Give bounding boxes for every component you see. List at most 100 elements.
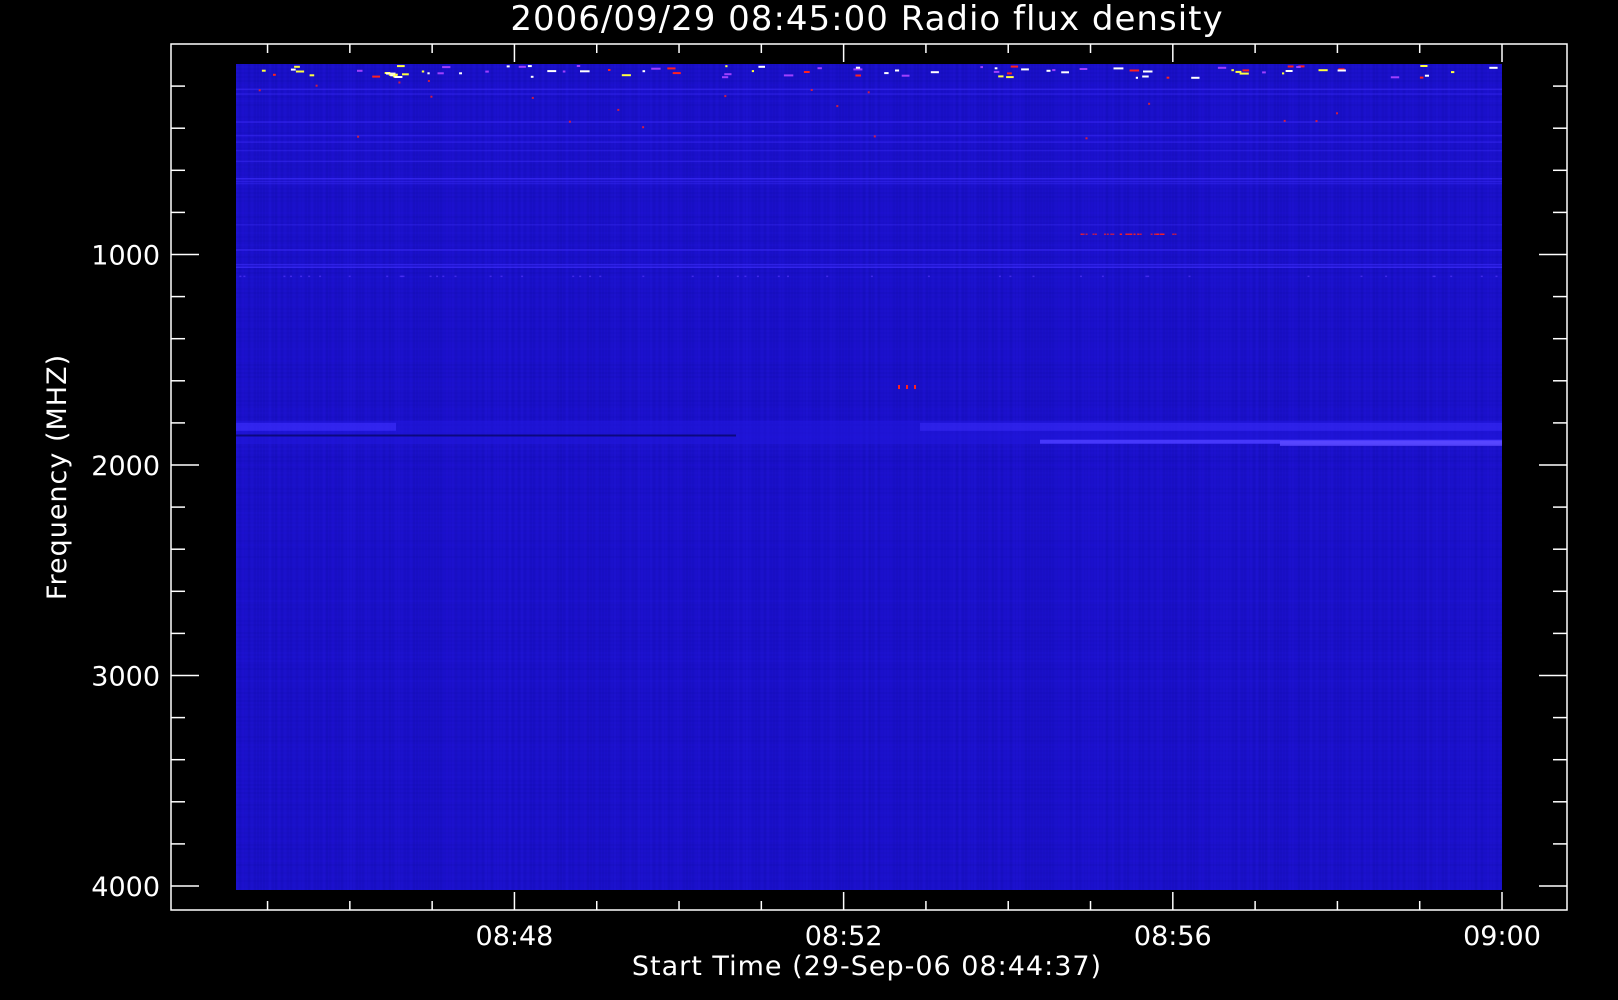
channel-dot xyxy=(1009,275,1012,278)
channel-dot xyxy=(402,275,405,278)
burst-speck xyxy=(1046,69,1051,72)
heatmap-row xyxy=(236,280,1502,282)
burst-speck xyxy=(580,70,590,73)
heatmap-row xyxy=(236,708,1502,710)
heatmap-row xyxy=(236,340,1502,342)
burst-speck xyxy=(1080,233,1083,235)
burst-speck xyxy=(1337,69,1346,72)
channel-dot xyxy=(599,275,602,278)
channel-dot xyxy=(1495,275,1498,278)
burst-speck xyxy=(1130,233,1133,235)
heatmap-row xyxy=(236,208,1502,210)
burst-speck xyxy=(1006,76,1014,79)
channel-dot xyxy=(442,275,445,278)
burst-speck xyxy=(724,73,732,76)
heatmap-row xyxy=(236,544,1502,546)
heatmap-row xyxy=(236,628,1502,630)
heatmap-row xyxy=(236,384,1502,386)
burst-speck xyxy=(290,68,296,71)
burst-speck xyxy=(914,385,916,390)
heatmap-row xyxy=(236,880,1502,882)
burst-speck xyxy=(394,76,403,78)
heatmap-row xyxy=(236,584,1502,586)
heatmap-row xyxy=(236,828,1502,830)
heatmap-row xyxy=(236,196,1502,198)
heatmap-row xyxy=(236,220,1502,222)
channel-dot xyxy=(348,275,351,278)
burst-speck xyxy=(1231,69,1234,72)
burst-speck xyxy=(576,65,581,67)
burst-speck xyxy=(273,73,276,76)
burst-speck xyxy=(547,70,557,73)
heatmap-row xyxy=(236,132,1502,134)
channel-dot xyxy=(1032,275,1035,278)
burst-speck xyxy=(1420,65,1428,67)
heatmap-row xyxy=(236,368,1502,370)
interference-line xyxy=(236,224,1502,226)
burst-speck xyxy=(836,105,839,108)
burst-speck xyxy=(1119,233,1122,235)
heatmap-row xyxy=(236,124,1502,126)
burst-speck xyxy=(993,70,1000,73)
heatmap-row xyxy=(236,316,1502,318)
interference-line xyxy=(236,266,1502,268)
burst-speck xyxy=(1155,233,1158,235)
channel-dot xyxy=(521,275,524,278)
heatmap-row xyxy=(236,556,1502,558)
heatmap-row xyxy=(236,464,1502,466)
heatmap-row xyxy=(236,288,1502,290)
heatmap-row xyxy=(236,468,1502,470)
y-tick-label: 3000 xyxy=(91,662,160,693)
heatmap-row xyxy=(236,656,1502,658)
burst-speck xyxy=(930,71,939,74)
burst-speck xyxy=(817,67,822,70)
heatmap-row xyxy=(236,392,1502,394)
heatmap-row xyxy=(236,772,1502,774)
burst-speck xyxy=(1079,68,1088,70)
channel-dot xyxy=(300,275,303,278)
burst-speck xyxy=(1094,233,1097,235)
heatmap-row xyxy=(236,616,1502,618)
burst-speck xyxy=(1133,233,1136,235)
burst-speck xyxy=(1135,76,1138,79)
heatmap-row xyxy=(236,300,1502,302)
burst-speck xyxy=(1242,69,1250,72)
heatmap-row xyxy=(236,396,1502,398)
heatmap-row xyxy=(236,676,1502,678)
heatmap-row xyxy=(236,560,1502,562)
heatmap-row xyxy=(236,472,1502,474)
burst-speck xyxy=(1174,233,1177,235)
channel-dot xyxy=(572,275,575,278)
heatmap-row xyxy=(236,688,1502,690)
burst-speck xyxy=(642,70,646,73)
dark-line xyxy=(236,434,736,437)
heatmap-row xyxy=(236,452,1502,454)
interference-line xyxy=(236,93,1502,95)
heatmap-row xyxy=(236,664,1502,666)
heatmap-row xyxy=(236,408,1502,410)
channel-dot xyxy=(1080,275,1082,278)
burst-speck xyxy=(1239,72,1249,75)
x-tick-label: 08:52 xyxy=(805,921,883,952)
heatmap-row xyxy=(236,720,1502,722)
interference-line xyxy=(236,121,1502,123)
y-tick-label: 1000 xyxy=(91,241,160,272)
heatmap-row xyxy=(236,332,1502,334)
heatmap-row xyxy=(236,112,1502,114)
channel-dot xyxy=(998,275,1001,278)
heatmap-row xyxy=(236,864,1502,866)
channel-dot xyxy=(1385,275,1388,278)
heatmap-row xyxy=(236,116,1502,118)
heatmap-row xyxy=(236,780,1502,782)
heatmap-row xyxy=(236,716,1502,718)
heatmap-row xyxy=(236,480,1502,482)
heatmap-row xyxy=(236,668,1502,670)
heatmap-row xyxy=(236,700,1502,702)
spectrogram-image xyxy=(236,64,1502,890)
heatmap-row xyxy=(236,848,1502,850)
burst-speck xyxy=(884,72,889,75)
burst-speck xyxy=(1007,72,1012,75)
heatmap-row xyxy=(236,64,1502,66)
enhanced-band-segment xyxy=(920,422,1502,431)
channel-dot xyxy=(1360,275,1363,278)
